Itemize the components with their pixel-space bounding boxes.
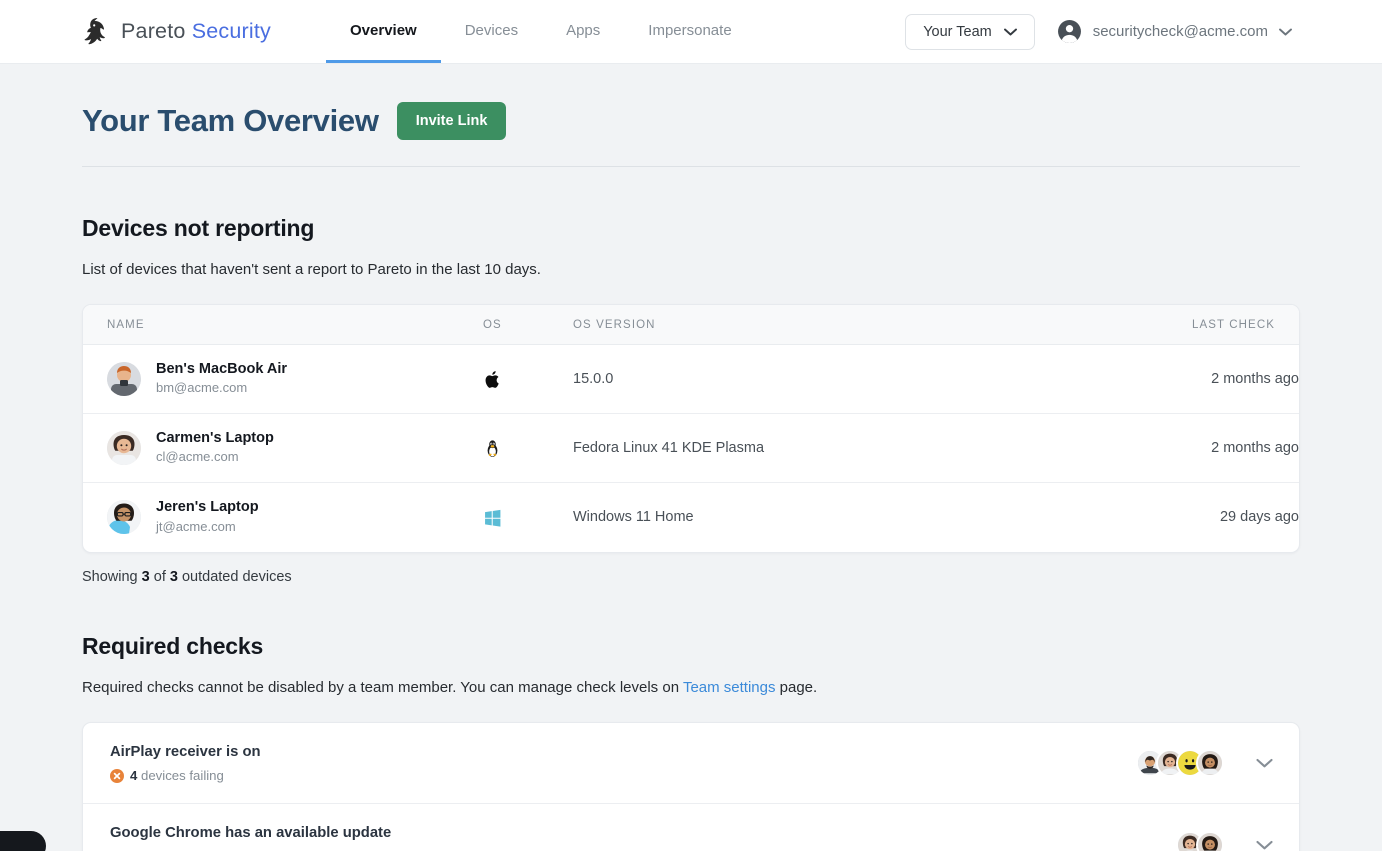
main-nav: Overview Devices Apps Impersonate xyxy=(326,0,756,63)
device-name: Ben's MacBook Air xyxy=(156,360,288,377)
cell-os-version: Fedora Linux 41 KDE Plasma xyxy=(573,413,1079,483)
table-header-row: NAME OS OS VERSION LAST CHECK xyxy=(83,305,1299,345)
section-title-devices: Devices not reporting xyxy=(82,215,315,241)
devices-table-head: NAME OS OS VERSION LAST CHECK xyxy=(83,305,1299,345)
chevron-down-icon xyxy=(1003,28,1017,36)
section-description-devices: List of devices that haven't sent a repo… xyxy=(82,261,541,278)
linux-penguin-icon xyxy=(483,439,573,458)
device-owner-email: jt@acme.com xyxy=(156,518,236,534)
list-item[interactable]: AirPlay receiver is on 4 devices failing xyxy=(83,723,1299,805)
cell-name: Carmen's Laptop cl@acme.com xyxy=(83,413,483,483)
user-email-label: securitycheck@acme.com xyxy=(1092,23,1268,40)
user-account-menu[interactable]: securitycheck@acme.com xyxy=(1057,19,1292,44)
avatar xyxy=(107,500,141,535)
page-header: Your Team Overview Invite Link xyxy=(82,64,1300,167)
cell-os xyxy=(483,483,573,552)
avatar xyxy=(1196,748,1224,777)
showing-count-total: 3 xyxy=(169,568,178,585)
nav-link-apps[interactable]: Apps xyxy=(542,0,624,63)
cell-name: Jeren's Laptop jt@acme.com xyxy=(83,483,483,552)
showing-count-shown: 3 xyxy=(141,568,150,585)
cell-os xyxy=(483,344,573,414)
column-header-os-version: OS VERSION xyxy=(573,305,1079,345)
showing-count-label: Showing 3 of 3 outdated devices xyxy=(82,568,292,585)
team-selector-button[interactable]: Your Team xyxy=(905,13,1035,50)
apple-icon xyxy=(483,370,573,389)
device-name: Jeren's Laptop xyxy=(156,499,259,516)
devices-table: NAME OS OS VERSION LAST CHECK Ben's MacB… xyxy=(83,305,1299,552)
brand-title: Pareto Security xyxy=(121,19,271,43)
nav-link-overview[interactable]: Overview xyxy=(326,0,441,63)
team-selector-label: Your Team xyxy=(923,23,992,40)
failing-devices-avatar-stack[interactable] xyxy=(1176,830,1224,851)
cell-os xyxy=(483,413,573,483)
cell-os-version: 15.0.0 xyxy=(573,344,1079,414)
table-row[interactable]: Jeren's Laptop jt@acme.com Windows 11 Ho… xyxy=(83,483,1299,552)
page-content: Your Team Overview Invite Link Devices n… xyxy=(0,64,1382,851)
nav-right-group: Your Team securitycheck@acme.com xyxy=(905,0,1382,63)
user-circle-icon xyxy=(1057,19,1082,44)
check-title: AirPlay receiver is on xyxy=(110,743,261,760)
cell-name: Ben's MacBook Air bm@acme.com xyxy=(83,344,483,414)
pareto-logo-icon xyxy=(84,17,110,47)
devices-not-reporting-section: Devices not reporting List of devices th… xyxy=(82,215,1300,585)
cell-last-check: 29 days ago xyxy=(1219,509,1299,526)
column-header-name: NAME xyxy=(83,305,483,345)
list-item[interactable]: Google Chrome has an available update 2 … xyxy=(83,804,1299,851)
device-owner-email: cl@acme.com xyxy=(156,449,239,465)
top-navigation-bar: Pareto Security Overview Devices Apps Im… xyxy=(0,0,1382,64)
column-header-last-check: LAST CHECK xyxy=(1079,305,1299,345)
table-row[interactable]: Ben's MacBook Air bm@acme.com 15.0.0 2 m xyxy=(83,344,1299,414)
check-info: AirPlay receiver is on 4 devices failing xyxy=(110,743,1136,783)
check-title: Google Chrome has an available update xyxy=(110,825,392,842)
check-failing-summary: 4 devices failing xyxy=(110,768,1136,783)
cell-last-check: 2 months ago xyxy=(1079,344,1299,414)
table-row[interactable]: Carmen's Laptop cl@acme.com Fedora Linux… xyxy=(83,413,1299,483)
brand-logo-link[interactable]: Pareto Security xyxy=(0,0,271,63)
devices-table-body: Ben's MacBook Air bm@acme.com 15.0.0 2 m xyxy=(83,344,1299,552)
required-checks-section: Required checks Required checks cannot b… xyxy=(82,633,1300,851)
column-header-os: OS xyxy=(483,305,573,345)
devices-table-card: NAME OS OS VERSION LAST CHECK Ben's MacB… xyxy=(82,304,1300,553)
device-name: Carmen's Laptop xyxy=(156,429,274,446)
avatar xyxy=(107,431,141,465)
scroll-indicator-nub xyxy=(0,831,46,851)
failing-devices-avatar-stack[interactable] xyxy=(1136,748,1224,777)
windows-icon xyxy=(483,508,573,527)
check-info: Google Chrome has an available update 2 … xyxy=(110,824,1176,851)
avatar xyxy=(107,362,141,396)
chevron-down-icon[interactable] xyxy=(1256,840,1273,850)
cell-last-check: 2 months ago xyxy=(1079,413,1299,483)
error-circle-icon xyxy=(110,768,124,783)
chevron-down-icon[interactable] xyxy=(1256,758,1273,768)
required-checks-card: AirPlay receiver is on 4 devices failing xyxy=(82,721,1300,851)
nav-link-impersonate[interactable]: Impersonate xyxy=(624,0,755,63)
check-fail-label: devices failing xyxy=(137,768,224,784)
avatar xyxy=(1196,830,1224,851)
chevron-down-icon xyxy=(1279,28,1292,36)
team-settings-link[interactable]: Team settings xyxy=(683,679,776,696)
nav-link-devices[interactable]: Devices xyxy=(441,0,542,63)
device-owner-email: bm@acme.com xyxy=(156,380,248,396)
page-title: Your Team Overview xyxy=(82,103,379,138)
invite-link-button[interactable]: Invite Link xyxy=(396,102,507,140)
section-description-required-checks: Required checks cannot be disabled by a … xyxy=(82,678,818,696)
cell-os-version: Windows 11 Home xyxy=(573,509,694,526)
section-title-required-checks: Required checks xyxy=(82,632,264,659)
